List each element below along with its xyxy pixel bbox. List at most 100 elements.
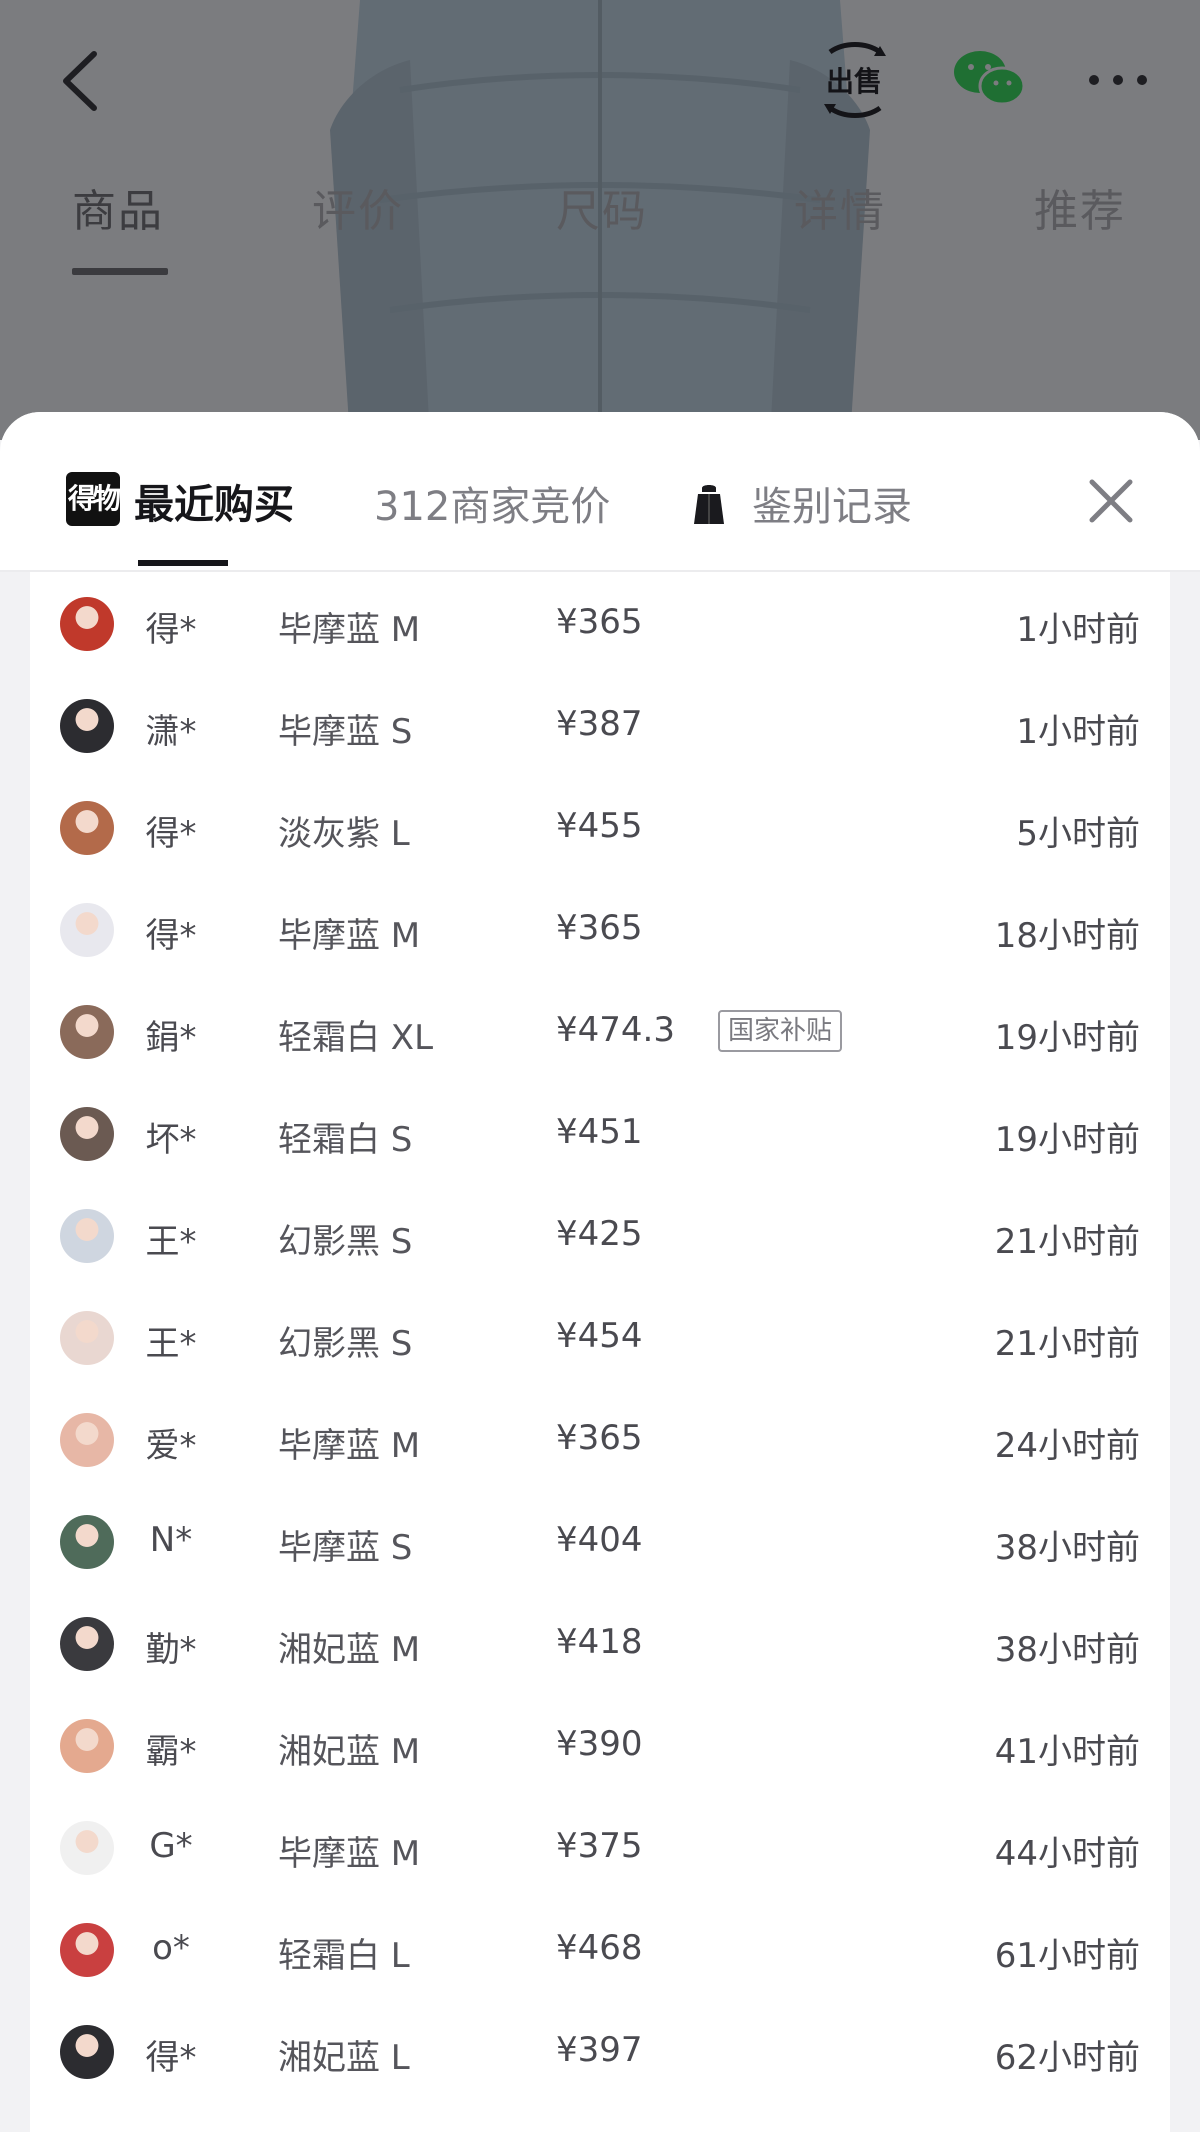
tab-goods[interactable]: 商品	[72, 175, 164, 239]
product-variant: 轻霜白 L	[278, 1936, 410, 1976]
more-horizontal-icon[interactable]	[1086, 70, 1150, 90]
purchase-price: ¥365	[556, 908, 643, 948]
sheet-tab-bar: 得物 最近购买 312商家竞价 鉴别记录	[0, 412, 1200, 572]
purchase-row: 爱* 毕摩蓝 M ¥365 24小时前	[30, 1388, 1170, 1490]
purchase-time: 38小时前	[994, 1630, 1140, 1670]
purchase-price: ¥468	[556, 1928, 643, 1968]
purchase-row: 潇* 毕摩蓝 S ¥387 1小时前	[30, 674, 1170, 776]
product-variant: 幻影黑 S	[278, 1222, 413, 1262]
buyer-name: 鋗*	[145, 1018, 197, 1058]
close-icon[interactable]	[1086, 476, 1136, 526]
avatar[interactable]	[60, 1923, 114, 1977]
product-variant: 湘妃蓝 M	[278, 1630, 421, 1670]
avatar[interactable]	[60, 699, 114, 753]
purchase-time: 41小时前	[994, 1732, 1140, 1772]
purchase-time: 1小时前	[1016, 712, 1140, 752]
product-hero-image: 出售 商品 评价 尺码 详情 推荐	[0, 0, 1200, 440]
buyer-name: 得*	[145, 916, 197, 956]
avatar[interactable]	[60, 1311, 114, 1365]
avatar[interactable]	[60, 801, 114, 855]
tab-authentication-records[interactable]: 鉴别记录	[752, 474, 912, 532]
tab-merchant-bids[interactable]: 312商家竞价	[374, 474, 610, 532]
purchase-time: 21小时前	[994, 1324, 1140, 1364]
purchase-price: ¥375	[556, 1826, 643, 1866]
avatar[interactable]	[60, 1515, 114, 1569]
purchase-list: 得* 毕摩蓝 M ¥365 1小时前 潇* 毕摩蓝 S ¥387 1小时前 得* 淡灰紫 L ¥45…	[30, 572, 1170, 2132]
buyer-name: 霸*	[145, 1732, 197, 1772]
product-variant: 轻霜白 S	[278, 1120, 413, 1160]
purchase-row: 得* 毕摩蓝 M ¥365 18小时前	[30, 878, 1170, 980]
avatar[interactable]	[60, 1107, 114, 1161]
avatar[interactable]	[60, 1209, 114, 1263]
purchase-price: ¥397	[556, 2030, 643, 2070]
avatar[interactable]	[60, 1005, 114, 1059]
active-tab-indicator	[72, 268, 168, 275]
purchase-row: 王* 幻影黑 S ¥454 21小时前	[30, 1286, 1170, 1388]
product-variant: 毕摩蓝 M	[278, 916, 421, 956]
avatar[interactable]	[60, 1719, 114, 1773]
tab-recent-purchases[interactable]: 最近购买	[134, 472, 294, 530]
tab-size[interactable]: 尺码	[556, 175, 648, 239]
sell-label: 出售	[826, 65, 883, 98]
tab-recommend[interactable]: 推荐	[1034, 175, 1126, 239]
purchase-time: 18小时前	[994, 916, 1140, 956]
purchase-time: 1小时前	[1016, 610, 1140, 650]
buyer-name: 爱*	[145, 1426, 197, 1466]
purchase-time: 21小时前	[994, 1222, 1140, 1262]
purchase-price: ¥474.3	[556, 1010, 675, 1050]
purchase-time: 38小时前	[994, 1528, 1140, 1568]
purchase-price: ¥365	[556, 602, 643, 642]
product-variant: 毕摩蓝 S	[278, 712, 413, 752]
buyer-name: 潇*	[145, 712, 197, 752]
avatar[interactable]	[60, 1617, 114, 1671]
purchase-time: 5小时前	[1016, 814, 1140, 854]
purchase-row: 得* 湘妃蓝 L ¥397 62小时前	[30, 2000, 1170, 2102]
sell-button[interactable]: 出售	[820, 40, 890, 120]
buyer-name: 得*	[145, 2038, 197, 2078]
brand-logo: 得物	[66, 472, 121, 526]
buyer-name: 勤*	[145, 1630, 197, 1670]
product-variant: 淡灰紫 L	[278, 814, 410, 854]
purchase-time: 19小时前	[994, 1018, 1140, 1058]
purchase-price: ¥454	[556, 1316, 643, 1356]
product-variant: 毕摩蓝 M	[278, 610, 421, 650]
avatar[interactable]	[60, 597, 114, 651]
purchase-price: ¥387	[556, 704, 643, 744]
purchase-row: 霸* 湘妃蓝 M ¥390 41小时前	[30, 1694, 1170, 1796]
purchase-row: 得* 毕摩蓝 M ¥365 1小时前	[30, 572, 1170, 674]
purchase-row: 坏* 轻霜白 S ¥451 19小时前	[30, 1082, 1170, 1184]
purchase-time: 62小时前	[994, 2038, 1140, 2078]
purchase-time: 19小时前	[994, 1120, 1140, 1160]
purchase-time: 44小时前	[994, 1834, 1140, 1874]
chevron-left-icon[interactable]	[58, 50, 102, 112]
purchase-price: ¥451	[556, 1112, 643, 1152]
purchase-price: ¥365	[556, 1418, 643, 1458]
tab-details[interactable]: 详情	[794, 175, 886, 239]
purchase-price: ¥390	[556, 1724, 643, 1764]
purchase-row: o* 轻霜白 L ¥468 61小时前	[30, 1898, 1170, 2000]
product-variant: 湘妃蓝 L	[278, 2038, 410, 2078]
avatar[interactable]	[60, 2025, 114, 2079]
purchase-price: ¥455	[556, 806, 643, 846]
purchase-row: 得* 淡灰紫 L ¥455 5小时前	[30, 776, 1170, 878]
buyer-name: G*	[149, 1826, 193, 1866]
avatar[interactable]	[60, 1821, 114, 1875]
wechat-icon[interactable]	[952, 48, 1026, 108]
purchase-row: G* 毕摩蓝 M ¥375 44小时前	[30, 1796, 1170, 1898]
purchase-row: N* 毕摩蓝 S ¥404 38小时前	[30, 1490, 1170, 1592]
product-variant: 毕摩蓝 S	[278, 1528, 413, 1568]
buyer-name: 王*	[145, 1324, 197, 1364]
buyer-name: N*	[149, 1520, 193, 1560]
purchase-time: 24小时前	[994, 1426, 1140, 1466]
purchase-price: ¥418	[556, 1622, 643, 1662]
tab-reviews[interactable]: 评价	[312, 175, 404, 239]
purchase-price: ¥425	[556, 1214, 643, 1254]
avatar[interactable]	[60, 903, 114, 957]
avatar[interactable]	[60, 1413, 114, 1467]
product-variant: 毕摩蓝 M	[278, 1834, 421, 1874]
purchase-price: ¥404	[556, 1520, 643, 1560]
purchase-time: 61小时前	[994, 1936, 1140, 1976]
subsidy-badge: 国家补贴	[718, 1010, 843, 1052]
purchase-row: 王* 幻影黑 S ¥425 21小时前	[30, 1184, 1170, 1286]
buyer-name: 得*	[145, 814, 197, 854]
